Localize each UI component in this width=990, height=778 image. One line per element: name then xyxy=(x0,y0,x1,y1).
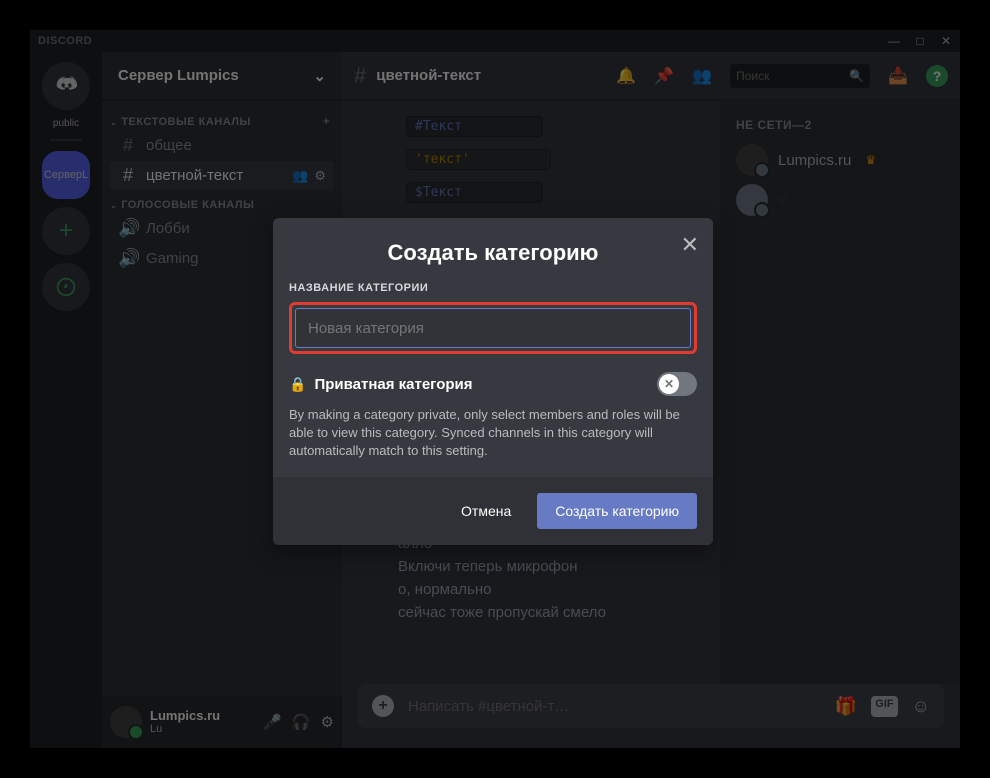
private-category-label: Приватная категория xyxy=(314,376,472,393)
highlight-box xyxy=(289,302,697,354)
cancel-button[interactable]: Отмена xyxy=(445,493,527,529)
field-label-category-name: НАЗВАНИЕ КАТЕГОРИИ xyxy=(289,282,697,294)
create-category-button[interactable]: Создать категорию xyxy=(537,493,697,529)
private-description: By making a category private, only selec… xyxy=(289,406,697,461)
lock-icon: 🔒 xyxy=(289,376,306,393)
category-name-input[interactable] xyxy=(295,308,691,348)
create-category-modal: Создать категорию ✕ НАЗВАНИЕ КАТЕГОРИИ 🔒… xyxy=(273,218,713,545)
private-toggle[interactable]: ✕ xyxy=(657,372,697,396)
close-icon[interactable]: ✕ xyxy=(681,232,699,258)
modal-title: Создать категорию xyxy=(289,240,697,266)
